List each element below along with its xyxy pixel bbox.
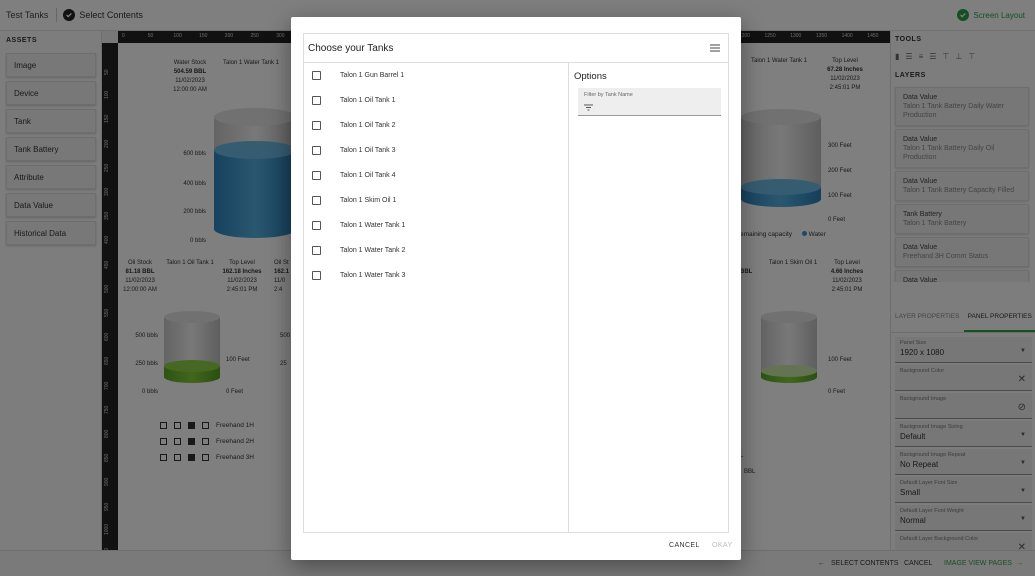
- tank-option-label: Talon 1 Oil Tank 3: [340, 147, 396, 154]
- options-panel: Options Filter by Tank Name: [570, 63, 729, 533]
- dialog-header: Choose your Tanks: [304, 34, 728, 63]
- choose-tanks-dialog: Choose your Tanks Talon 1 Gun Barrel 1 Ta…: [291, 17, 741, 560]
- tank-option-label: Talon 1 Oil Tank 4: [340, 172, 396, 179]
- checkbox[interactable]: [312, 271, 321, 280]
- dialog-content: Choose your Tanks Talon 1 Gun Barrel 1 Ta…: [303, 33, 729, 533]
- tank-option[interactable]: Talon 1 Oil Tank 3: [304, 138, 568, 163]
- tank-option-label: Talon 1 Oil Tank 1: [340, 97, 396, 104]
- checkbox[interactable]: [312, 221, 321, 230]
- checkbox[interactable]: [312, 171, 321, 180]
- tank-option[interactable]: Talon 1 Oil Tank 1: [304, 88, 568, 113]
- tank-list: Talon 1 Gun Barrel 1 Talon 1 Oil Tank 1 Ta…: [304, 63, 569, 533]
- checkbox[interactable]: [312, 146, 321, 155]
- tank-option-label: Talon 1 Oil Tank 2: [340, 122, 396, 129]
- checkbox[interactable]: [312, 196, 321, 205]
- filter-label: Filter by Tank Name: [584, 92, 633, 98]
- dialog-okay-button[interactable]: OKAY: [712, 542, 733, 549]
- options-title: Options: [574, 71, 607, 82]
- tune-icon[interactable]: [710, 43, 720, 53]
- checkbox[interactable]: [312, 246, 321, 255]
- tank-option[interactable]: Talon 1 Oil Tank 4: [304, 163, 568, 188]
- checkbox[interactable]: [312, 71, 321, 80]
- tank-option-label: Talon 1 Water Tank 2: [340, 247, 406, 254]
- filter-tank-name-input[interactable]: Filter by Tank Name: [578, 88, 721, 116]
- dialog-title: Choose your Tanks: [308, 42, 394, 54]
- tank-option[interactable]: Talon 1 Gun Barrel 1: [304, 63, 568, 88]
- tank-option-label: Talon 1 Water Tank 1: [340, 222, 406, 229]
- tank-option[interactable]: Talon 1 Water Tank 3: [304, 263, 568, 288]
- tank-option[interactable]: Talon 1 Skim Oil 1: [304, 188, 568, 213]
- tank-option-label: Talon 1 Skim Oil 1: [340, 197, 397, 204]
- tank-option[interactable]: Talon 1 Oil Tank 2: [304, 113, 568, 138]
- tank-option-label: Talon 1 Gun Barrel 1: [340, 72, 405, 79]
- dialog-cancel-button[interactable]: CANCEL: [669, 542, 700, 549]
- checkbox[interactable]: [312, 121, 321, 130]
- tank-option[interactable]: Talon 1 Water Tank 1: [304, 213, 568, 238]
- filter-list-icon: [584, 104, 593, 111]
- checkbox[interactable]: [312, 96, 321, 105]
- tank-option[interactable]: Talon 1 Water Tank 2: [304, 238, 568, 263]
- tank-option-label: Talon 1 Water Tank 3: [340, 272, 406, 279]
